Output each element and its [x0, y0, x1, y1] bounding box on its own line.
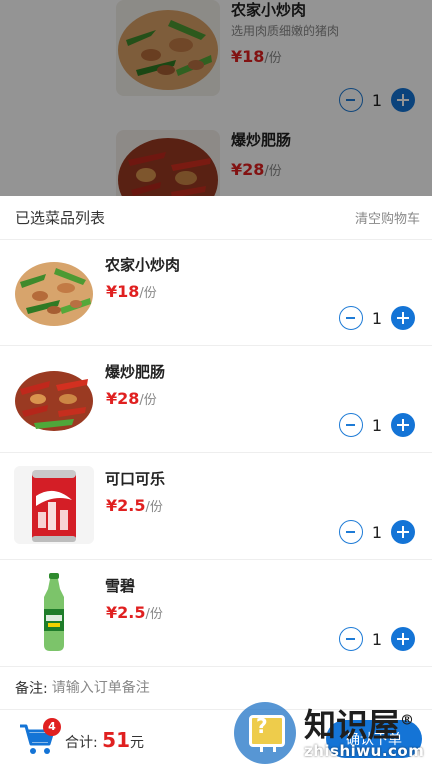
minus-icon[interactable] [339, 520, 363, 544]
plus-icon[interactable] [391, 306, 415, 330]
question-mark-icon: ? [256, 714, 268, 738]
cart-sheet: 已选菜品列表 清空购物车 农家小炒肉 ¥18/份 1 爆炒肥肠 ¥28/份 1 … [0, 196, 432, 768]
drink-price: ¥2.5/份 [106, 603, 163, 622]
drink-price: ¥2.5/份 [106, 496, 163, 515]
currency-symbol: ¥ [106, 603, 118, 622]
minus-icon[interactable] [339, 627, 363, 651]
order-total: 合计: 51元 [65, 728, 144, 752]
price-value: 18 [117, 282, 140, 301]
quantity-value: 1 [371, 629, 383, 649]
watermark: ? 知识屋® zhishiwu.com [232, 700, 432, 768]
price-value: 2.5 [117, 603, 146, 622]
quantity-stepper: 1 [339, 627, 415, 651]
price-unit: /份 [139, 393, 157, 408]
drink-image [14, 573, 94, 651]
minus-icon[interactable] [339, 306, 363, 330]
remark-label: 备注: [15, 681, 48, 697]
drink-name: 可口可乐 [105, 470, 166, 488]
dish-name: 爆炒肥肠 [105, 363, 166, 381]
cart-button[interactable]: 4 [18, 718, 61, 756]
cart-item: 农家小炒肉 ¥18/份 1 [0, 240, 432, 346]
remark-input[interactable] [51, 680, 352, 696]
cart-header: 已选菜品列表 清空购物车 [0, 196, 432, 240]
watermark-title: 知识屋® [304, 700, 414, 746]
plus-icon[interactable] [391, 413, 415, 437]
dish-image [14, 252, 94, 330]
drink-name: 雪碧 [105, 577, 136, 595]
minus-icon[interactable] [339, 413, 363, 437]
currency-symbol: ¥ [106, 282, 118, 301]
dish-name: 农家小炒肉 [105, 256, 181, 274]
total-amount: 51 [102, 728, 131, 752]
plus-icon[interactable] [391, 627, 415, 651]
drink-image [14, 466, 94, 544]
registered-mark: ® [400, 712, 415, 729]
dish-price: ¥28/份 [106, 389, 157, 408]
watermark-url: zhishiwu.com [304, 742, 425, 760]
price-unit: /份 [145, 500, 163, 515]
quantity-stepper: 1 [339, 520, 415, 544]
total-unit: 元 [130, 735, 145, 751]
cart-item: 可口可乐 ¥2.5/份 1 [0, 454, 432, 560]
price-value: 2.5 [117, 496, 146, 515]
modal-overlay[interactable] [0, 0, 432, 196]
currency-symbol: ¥ [106, 496, 118, 515]
price-unit: /份 [145, 607, 163, 622]
dish-image [14, 359, 94, 437]
total-label: 合计: [65, 735, 98, 751]
quantity-value: 1 [371, 522, 383, 542]
cart-item: 雪碧 ¥2.5/份 1 [0, 561, 432, 667]
currency-symbol: ¥ [106, 389, 118, 408]
quantity-value: 1 [371, 415, 383, 435]
watermark-title-text: 知识屋 [304, 706, 401, 744]
plus-icon[interactable] [391, 520, 415, 544]
cart-item: 爆炒肥肠 ¥28/份 1 [0, 347, 432, 453]
price-value: 28 [117, 389, 140, 408]
dish-price: ¥18/份 [106, 282, 157, 301]
cart-title: 已选菜品列表 [15, 209, 106, 227]
cart-count-badge: 4 [43, 718, 61, 736]
quantity-stepper: 1 [339, 306, 415, 330]
price-unit: /份 [139, 286, 157, 301]
clear-cart-button[interactable]: 清空购物车 [355, 208, 420, 227]
quantity-stepper: 1 [339, 413, 415, 437]
quantity-value: 1 [371, 308, 383, 328]
